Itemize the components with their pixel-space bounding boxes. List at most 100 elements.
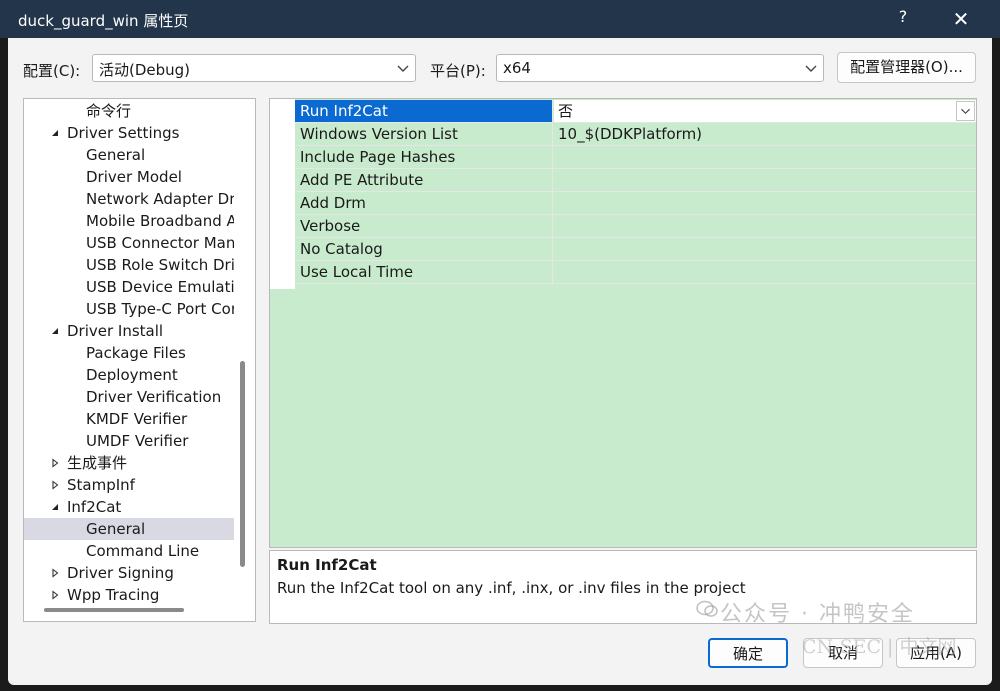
property-value[interactable]: 否 <box>554 100 976 122</box>
tree-item[interactable]: Driver Settings <box>24 122 234 144</box>
tree-item[interactable]: USB Device Emulatic <box>24 276 234 298</box>
description-text: Run the Inf2Cat tool on any .inf, .inx, … <box>277 579 746 597</box>
tree-item[interactable]: Driver Signing <box>24 562 234 584</box>
grid-gutter <box>270 99 295 289</box>
title-bar: duck_guard_win 属性页 ? ✕ <box>0 0 1000 38</box>
property-row[interactable]: Include Page Hashes <box>295 146 976 169</box>
property-value[interactable] <box>554 215 976 237</box>
config-dropdown[interactable]: 活动(Debug) <box>92 54 416 82</box>
tree-item[interactable]: Inf2Cat <box>24 496 234 518</box>
tree-item-label: USB Role Switch Driv <box>86 256 234 274</box>
tree-item-label: USB Connector Man <box>86 234 234 252</box>
property-row[interactable]: Add PE Attribute <box>295 169 976 192</box>
tree-item-label: Inf2Cat <box>67 498 122 516</box>
tree-item-label: Package Files <box>86 344 186 362</box>
tree-item[interactable]: 生成事件 <box>24 452 234 474</box>
property-value[interactable] <box>554 238 976 260</box>
tree-expanded-icon[interactable] <box>50 502 60 512</box>
property-value[interactable] <box>554 192 976 214</box>
platform-value: x64 <box>503 59 531 77</box>
tree-item[interactable]: Network Adapter Dr <box>24 188 234 210</box>
property-name[interactable]: Use Local Time <box>295 261 553 283</box>
vertical-scrollbar[interactable] <box>240 361 245 567</box>
chevron-down-icon <box>805 65 817 72</box>
property-row[interactable]: Windows Version List 10_$(DDKPlatform) <box>295 123 976 146</box>
tree-item-label: Driver Signing <box>67 564 174 582</box>
property-name[interactable]: Verbose <box>295 215 553 237</box>
configuration-manager-button[interactable]: 配置管理器(O)... <box>837 52 976 83</box>
property-value[interactable] <box>554 261 976 283</box>
tree-item-label: Driver Settings <box>67 124 180 142</box>
tree-item-label: 生成事件 <box>67 454 128 472</box>
tree-item[interactable]: Driver Model <box>24 166 234 188</box>
tree-item[interactable]: Driver Verification <box>24 386 234 408</box>
property-name[interactable]: No Catalog <box>295 238 553 260</box>
property-value[interactable] <box>554 169 976 191</box>
tree-collapsed-icon[interactable] <box>50 590 60 600</box>
tree-item-label: 命令行 <box>86 102 132 120</box>
property-row[interactable]: Add Drm <box>295 192 976 215</box>
tree-item[interactable]: General <box>24 144 234 166</box>
tree-collapsed-icon[interactable] <box>50 480 60 490</box>
property-pages-dialog: 配置(C): 活动(Debug) 平台(P): x64 配置管理器(O)... … <box>8 38 992 685</box>
tree-expanded-icon[interactable] <box>50 128 60 138</box>
tree-item-label: General <box>86 146 146 164</box>
property-row[interactable]: Run Inf2Cat 否 <box>295 100 976 123</box>
property-grid: Run Inf2Cat 否 Windows Version List 10_$(DDK… <box>269 98 977 548</box>
tree-item-label: KMDF Verifier <box>86 410 188 428</box>
property-value[interactable] <box>554 146 976 168</box>
tree-item[interactable]: USB Type-C Port Cor <box>24 298 234 320</box>
tree-item-label: Driver Install <box>67 322 164 340</box>
property-name[interactable]: Run Inf2Cat <box>295 100 553 122</box>
property-name[interactable]: Include Page Hashes <box>295 146 553 168</box>
tree-item[interactable]: USB Connector Man <box>24 232 234 254</box>
tree-item-label: USB Device Emulatic <box>86 278 234 296</box>
property-row[interactable]: Use Local Time <box>295 261 976 284</box>
tree-item-label: Wpp Tracing <box>67 586 160 604</box>
cancel-button[interactable]: 取消 <box>803 638 883 668</box>
category-tree: 命令行 Driver Settings General Driver Model Net… <box>23 98 256 622</box>
config-label: 配置(C): <box>23 62 81 80</box>
tree-item[interactable]: General <box>24 518 234 540</box>
tree-item[interactable]: Package Files <box>24 342 234 364</box>
tree-collapsed-icon[interactable] <box>50 568 60 578</box>
tree-item[interactable]: UMDF Verifier <box>24 430 234 452</box>
tree-item[interactable]: Deployment <box>24 364 234 386</box>
tree-item[interactable]: Wpp Tracing <box>24 584 234 606</box>
description-title: Run Inf2Cat <box>277 556 377 574</box>
tree-item-label: Driver Verification <box>86 388 222 406</box>
tree-item[interactable]: 命令行 <box>24 100 234 122</box>
close-button[interactable]: ✕ <box>946 6 976 32</box>
value-dropdown-button[interactable] <box>956 101 975 121</box>
horizontal-scrollbar[interactable] <box>44 608 184 612</box>
property-name[interactable]: Windows Version List <box>295 123 553 145</box>
config-value: 活动(Debug) <box>99 61 191 79</box>
property-row[interactable]: No Catalog <box>295 238 976 261</box>
tree-collapsed-icon[interactable] <box>50 458 60 468</box>
ok-button[interactable]: 确定 <box>708 638 788 668</box>
tree-item-label: Deployment <box>86 366 178 384</box>
tree-item-label: Command Line <box>86 542 200 560</box>
platform-dropdown[interactable]: x64 <box>496 54 824 82</box>
tree-item-label: Driver Model <box>86 168 182 186</box>
property-name[interactable]: Add Drm <box>295 192 553 214</box>
tree-item[interactable]: Mobile Broadband A <box>24 210 234 232</box>
tree-item-label: USB Type-C Port Cor <box>86 300 234 318</box>
tree-item[interactable]: Driver Install <box>24 320 234 342</box>
tree-item[interactable]: KMDF Verifier <box>24 408 234 430</box>
property-row[interactable]: Verbose <box>295 215 976 238</box>
window-title: duck_guard_win 属性页 <box>18 12 189 30</box>
tree-item-label: UMDF Verifier <box>86 432 189 450</box>
tree-item[interactable]: StampInf <box>24 474 234 496</box>
property-value[interactable]: 10_$(DDKPlatform) <box>554 123 976 145</box>
apply-button[interactable]: 应用(A) <box>896 638 976 668</box>
tree-item-label: Network Adapter Dr <box>86 190 234 208</box>
tree-item[interactable]: Command Line <box>24 540 234 562</box>
help-button[interactable]: ? <box>888 7 918 31</box>
tree-expanded-icon[interactable] <box>50 326 60 336</box>
chevron-down-icon <box>961 108 970 115</box>
tree-item-label: Mobile Broadband A <box>86 212 234 230</box>
tree-item[interactable]: USB Role Switch Driv <box>24 254 234 276</box>
property-name[interactable]: Add PE Attribute <box>295 169 553 191</box>
tree-item-label: StampInf <box>67 476 135 494</box>
